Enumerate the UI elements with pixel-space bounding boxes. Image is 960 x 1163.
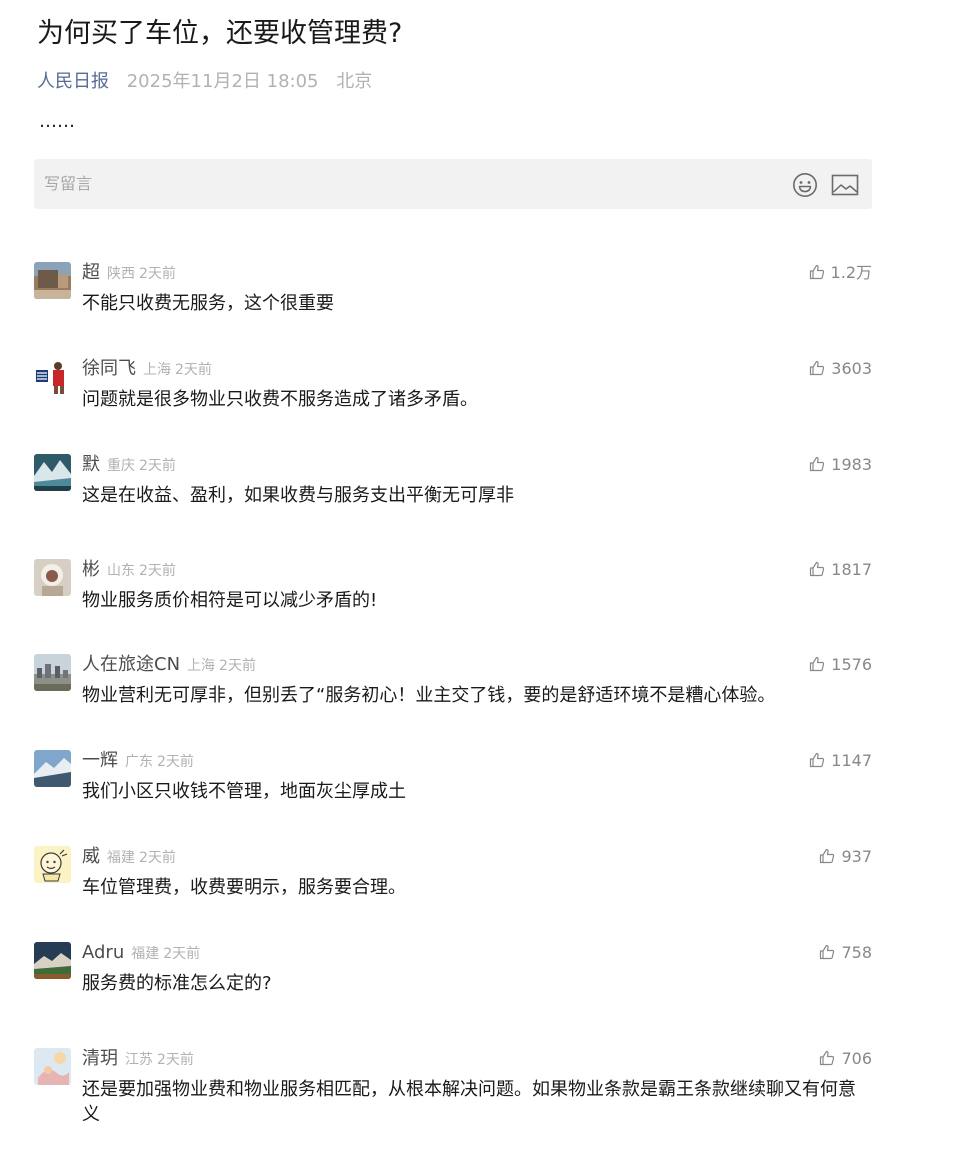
thumbs-up-icon — [809, 264, 824, 280]
avatar[interactable] — [34, 750, 71, 787]
comment-header: 默重庆 2天前 — [82, 452, 176, 478]
comment-input-placeholder[interactable]: 写留言 — [44, 172, 92, 196]
commenter-name[interactable]: 清玥 — [82, 1048, 118, 1069]
like-button[interactable]: 758 — [819, 940, 872, 966]
commenter-region: 福建 — [131, 946, 160, 962]
commenter-region: 陕西 — [107, 266, 135, 282]
publish-date: 2025年11月2日 18:05 — [126, 71, 319, 92]
comment-time: 2天前 — [157, 1052, 194, 1068]
commenter-name[interactable]: 威 — [82, 846, 100, 867]
commenter-region: 广东 — [125, 754, 153, 770]
thumbs-up-icon — [810, 656, 825, 672]
like-count: 1.2万 — [830, 263, 872, 282]
commenter-name[interactable]: Adru — [82, 942, 124, 963]
comment-text: 物业营利无可厚非，但别丢了“服务初心！业主交了钱，要的是舒适环境不是糟心体验。 — [82, 685, 776, 706]
comment-time: 2天前 — [139, 266, 176, 282]
comment-time: 2天前 — [139, 850, 176, 866]
comment-header: 彬山东 2天前 — [82, 557, 176, 583]
avatar[interactable] — [34, 358, 71, 395]
like-button[interactable]: 1576 — [809, 652, 872, 678]
comment-text: 物业服务质价相符是可以减少矛盾的! — [82, 590, 378, 611]
commenter-name[interactable]: 徐同飞 — [82, 358, 136, 379]
commenter-name[interactable]: 彬 — [82, 559, 100, 580]
comment-text: 不能只收费无服务，这个很重要 — [82, 293, 334, 314]
smiley-face-icon[interactable] — [792, 172, 818, 198]
commenter-region: 福建 — [107, 850, 135, 866]
comment-text: 我们小区只收钱不管理，地面灰尘厚成土 — [82, 781, 406, 802]
like-button[interactable]: 3603 — [809, 356, 872, 382]
commenter-region: 重庆 — [107, 458, 135, 474]
source-link[interactable]: 人民日报 — [37, 71, 109, 92]
commenter-region: 江苏 — [125, 1052, 153, 1068]
commenter-name[interactable]: 超 — [82, 262, 100, 283]
thumbs-up-icon — [820, 944, 835, 960]
like-count: 1147 — [831, 751, 872, 770]
like-count: 937 — [841, 847, 872, 866]
like-button[interactable]: 706 — [819, 1046, 872, 1072]
like-button[interactable]: 1983 — [809, 452, 872, 478]
avatar[interactable] — [34, 454, 71, 491]
avatar[interactable] — [34, 559, 71, 596]
article-excerpt: …… — [39, 111, 75, 132]
comment-time: 2天前 — [157, 754, 194, 770]
thumbs-up-icon — [810, 561, 825, 577]
commenter-region: 山东 — [107, 563, 135, 579]
comment-header: Adru 福建 2天前 — [82, 940, 200, 966]
comment-time: 2天前 — [139, 458, 176, 474]
like-count: 1576 — [831, 655, 872, 674]
like-count: 758 — [841, 943, 872, 962]
like-button[interactable]: 1817 — [809, 557, 872, 583]
comment-text: 服务费的标准怎么定的? — [82, 973, 272, 994]
article-title: 为何买了车位，还要收管理费? — [37, 18, 403, 49]
commenter-name[interactable]: 人在旅途CN — [82, 654, 180, 675]
comment-header: 清玥 江苏 2天前 — [82, 1046, 194, 1072]
avatar[interactable] — [34, 942, 71, 979]
comment-text: 车位管理费，收费要明示，服务要合理。 — [82, 877, 406, 898]
commenter-name[interactable]: 一辉 — [82, 750, 118, 771]
like-count: 1817 — [831, 560, 872, 579]
like-count: 1983 — [831, 455, 872, 474]
thumbs-up-icon — [820, 848, 835, 864]
like-count: 3603 — [831, 359, 872, 378]
comment-text: 还是要加强物业费和物业服务相匹配，从根本解决问题。如果物业条款是霸王条款继续聊又… — [82, 1079, 856, 1125]
publish-location: 北京 — [336, 71, 373, 92]
thumbs-up-icon — [810, 360, 825, 376]
comment-header: 徐同飞 上海 2天前 — [82, 356, 212, 382]
comment-time: 2天前 — [139, 563, 176, 579]
comment-text: 这是在收益、盈利，如果收费与服务支出平衡无可厚非 — [82, 485, 514, 506]
comment-time: 2天前 — [175, 362, 212, 378]
image-icon[interactable] — [831, 173, 859, 197]
comment-header: 一辉 广东 2天前 — [82, 748, 194, 774]
comment-header: 威福建 2天前 — [82, 844, 176, 870]
thumbs-up-icon — [820, 1050, 835, 1066]
like-button[interactable]: 1147 — [809, 748, 872, 774]
avatar[interactable] — [34, 1048, 71, 1085]
comment-time: 2天前 — [163, 946, 201, 962]
like-button[interactable]: 1.2万 — [809, 260, 872, 286]
avatar[interactable] — [34, 654, 71, 691]
thumbs-up-icon — [810, 456, 825, 472]
commenter-region: 上海 — [143, 362, 171, 378]
commenter-name[interactable]: 默 — [82, 454, 100, 475]
thumbs-up-icon — [810, 752, 825, 768]
avatar[interactable] — [34, 846, 71, 883]
article-meta: 人民日报 2025年11月2日 18:05 北京 — [37, 68, 372, 96]
comment-time: 2天前 — [219, 658, 256, 674]
like-button[interactable]: 937 — [819, 844, 872, 870]
avatar[interactable] — [34, 262, 71, 299]
commenter-region: 上海 — [187, 658, 216, 674]
comment-text: 问题就是很多物业只收费不服务造成了诸多矛盾。 — [82, 389, 478, 410]
comment-header: 人在旅途CN 上海 2天前 — [82, 652, 256, 678]
comment-input[interactable]: 写留言 — [34, 159, 872, 209]
like-count: 706 — [841, 1049, 872, 1068]
comment-header: 超陕西 2天前 — [82, 260, 176, 286]
